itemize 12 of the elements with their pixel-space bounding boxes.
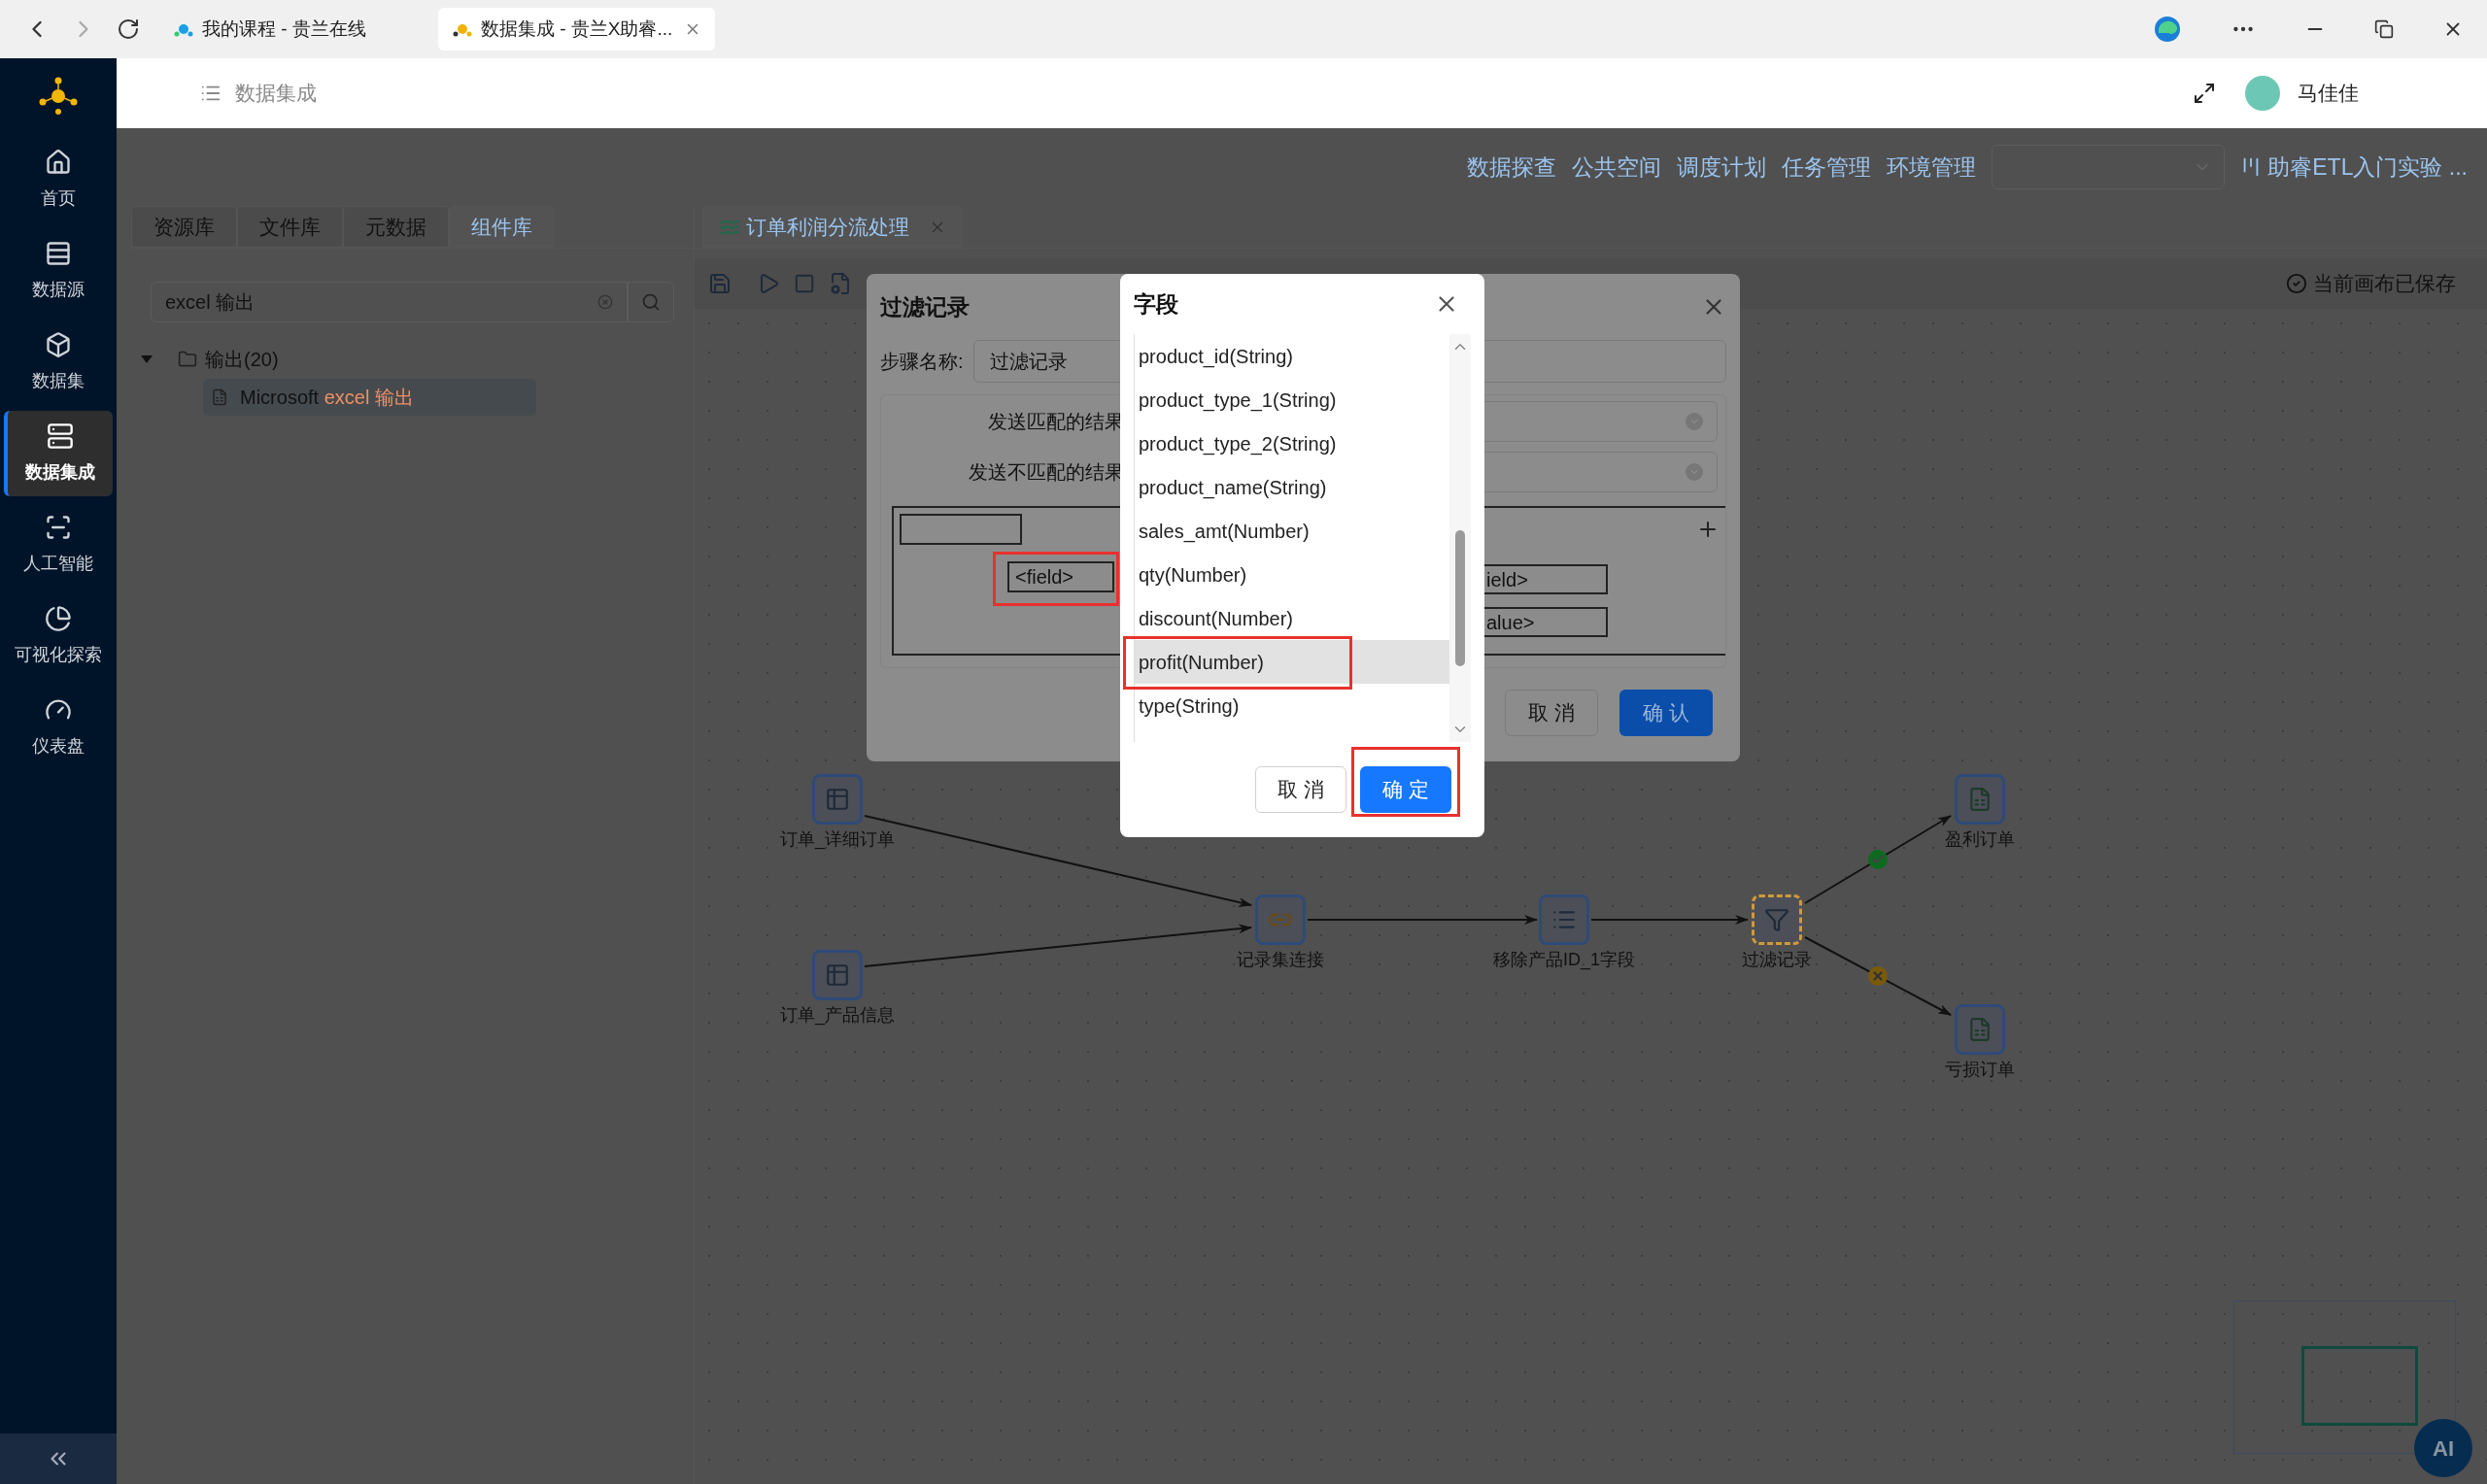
node-label: 记录集连接 bbox=[1237, 949, 1324, 971]
node-label: 过滤记录 bbox=[1742, 949, 1812, 971]
node-label: 订单_详细订单 bbox=[780, 828, 895, 852]
field-label: 步骤名称: bbox=[880, 350, 964, 374]
save-status: 当前画布已保存 bbox=[2313, 271, 2456, 297]
dialog-title: 字段 bbox=[1134, 289, 1178, 319]
page-title: 数据集成 bbox=[235, 81, 317, 107]
node-label: 移除产品ID_1字段 bbox=[1493, 949, 1635, 972]
dialog-title: 过滤记录 bbox=[880, 292, 970, 321]
node-label: 盈利订单 bbox=[1945, 828, 2015, 851]
node-label: 订单_产品信息 bbox=[780, 1004, 895, 1028]
node-label: 亏损订单 bbox=[1945, 1059, 2015, 1081]
